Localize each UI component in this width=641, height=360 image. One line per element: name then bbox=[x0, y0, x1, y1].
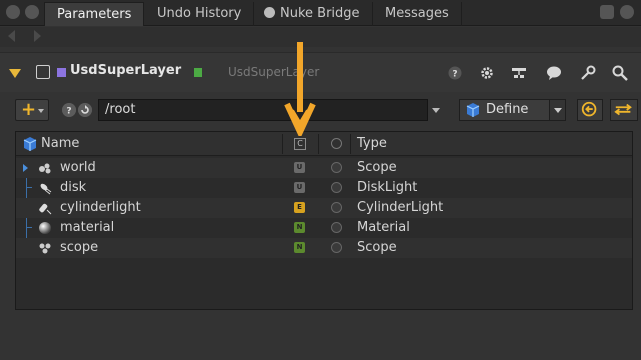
active-toggle-icon[interactable] bbox=[331, 222, 342, 233]
prim-type: DiskLight bbox=[357, 180, 418, 195]
close-panel-icon[interactable] bbox=[620, 5, 634, 19]
forward-arrow-icon[interactable] bbox=[34, 30, 41, 42]
prim-name: world bbox=[60, 160, 96, 175]
node-color-swatch bbox=[57, 68, 66, 77]
tab-undo-history[interactable]: Undo History bbox=[145, 2, 255, 26]
status-badge: N bbox=[294, 222, 305, 233]
prim-path-input[interactable]: /root bbox=[98, 99, 428, 121]
node-header: UsdSuperLayer UsdSuperLayer ? bbox=[0, 52, 641, 92]
table-header: Name C Type bbox=[16, 132, 632, 156]
specifier-select[interactable]: Define bbox=[459, 99, 566, 121]
prim-toolbar: + ? /root Define bbox=[0, 94, 641, 126]
svg-text:?: ? bbox=[452, 70, 457, 80]
prim-name: cylinderlight bbox=[60, 200, 141, 215]
active-toggle-icon[interactable] bbox=[331, 182, 342, 193]
tab-parameters[interactable]: Parameters bbox=[44, 2, 145, 26]
network-icon[interactable] bbox=[511, 65, 527, 81]
chevron-down-icon[interactable] bbox=[549, 100, 565, 120]
svg-text:?: ? bbox=[66, 107, 71, 117]
column-header-name[interactable]: Name bbox=[41, 136, 79, 151]
node-name[interactable]: UsdSuperLayer bbox=[70, 63, 181, 78]
expand-arrow-icon[interactable] bbox=[23, 164, 28, 172]
status-badge: U bbox=[294, 182, 305, 193]
active-toggle-icon[interactable] bbox=[331, 162, 342, 173]
cube-icon bbox=[23, 137, 37, 151]
table-row[interactable]: disk U DiskLight bbox=[16, 178, 632, 198]
add-prim-button[interactable]: + bbox=[15, 99, 49, 121]
table-row[interactable]: scope N Scope bbox=[16, 238, 632, 258]
globe-icon bbox=[264, 7, 275, 18]
table-row[interactable]: material N Material bbox=[16, 218, 632, 238]
chevron-down-icon bbox=[38, 109, 44, 113]
prim-type: Scope bbox=[357, 240, 397, 255]
panel-menu-icon[interactable] bbox=[6, 5, 20, 19]
layer-node-icon bbox=[36, 65, 50, 79]
import-button[interactable] bbox=[577, 99, 603, 121]
tab-messages[interactable]: Messages bbox=[373, 2, 462, 26]
back-arrow-icon[interactable] bbox=[8, 30, 15, 42]
empty-panel-area bbox=[0, 312, 641, 360]
scope-icon bbox=[39, 163, 51, 174]
collapse-triangle-icon[interactable] bbox=[9, 69, 21, 78]
path-dropdown-icon[interactable] bbox=[432, 108, 440, 113]
add-label: + bbox=[21, 99, 37, 120]
tab-label: Undo History bbox=[157, 6, 242, 21]
prim-table: Name C Type world U Scope disk U DiskLig… bbox=[15, 131, 633, 310]
tab-bar: Parameters Undo History Nuke Bridge Mess… bbox=[0, 0, 641, 26]
cylinder-light-icon bbox=[39, 203, 52, 215]
panel-close-icon[interactable] bbox=[25, 5, 39, 19]
cube-icon bbox=[466, 103, 480, 117]
tab-label: Parameters bbox=[57, 7, 132, 22]
down-arrow-annotation-icon bbox=[284, 42, 316, 136]
prim-name: disk bbox=[60, 180, 87, 195]
prim-name: material bbox=[60, 220, 115, 235]
swap-arrows-icon bbox=[614, 103, 632, 116]
column-header-active-icon[interactable] bbox=[331, 138, 342, 149]
status-badge: U bbox=[294, 162, 305, 173]
reset-icon[interactable] bbox=[78, 103, 92, 117]
table-row[interactable]: world U Scope bbox=[16, 158, 632, 178]
status-badge: N bbox=[294, 242, 305, 253]
swap-button[interactable] bbox=[610, 99, 638, 121]
prim-type: CylinderLight bbox=[357, 200, 444, 215]
material-sphere-icon bbox=[39, 222, 51, 234]
prim-type: Scope bbox=[357, 160, 397, 175]
column-header-type[interactable]: Type bbox=[357, 136, 387, 151]
comment-icon[interactable] bbox=[546, 65, 562, 81]
nav-row bbox=[0, 27, 641, 47]
help-icon[interactable]: ? bbox=[62, 103, 76, 117]
column-header-badge[interactable]: C bbox=[294, 138, 306, 150]
node-status-indicator bbox=[194, 68, 202, 77]
tab-label: Messages bbox=[385, 6, 449, 21]
tab-nuke-bridge[interactable]: Nuke Bridge bbox=[252, 2, 373, 26]
import-icon bbox=[581, 101, 597, 117]
float-panel-icon[interactable] bbox=[600, 5, 614, 19]
search-icon[interactable] bbox=[612, 65, 628, 81]
disk-light-icon bbox=[40, 183, 52, 195]
scope-icon bbox=[39, 243, 51, 254]
active-toggle-icon[interactable] bbox=[331, 202, 342, 213]
prim-name: scope bbox=[60, 240, 99, 255]
gear-icon[interactable] bbox=[479, 65, 495, 81]
tab-label: Nuke Bridge bbox=[280, 6, 360, 21]
specifier-value: Define bbox=[486, 102, 529, 117]
wrench-icon[interactable] bbox=[580, 65, 596, 81]
prim-type: Material bbox=[357, 220, 410, 235]
table-row[interactable]: cylinderlight E CylinderLight bbox=[16, 198, 632, 218]
active-toggle-icon[interactable] bbox=[331, 242, 342, 253]
help-icon[interactable]: ? bbox=[448, 66, 462, 80]
status-badge: E bbox=[294, 202, 305, 213]
